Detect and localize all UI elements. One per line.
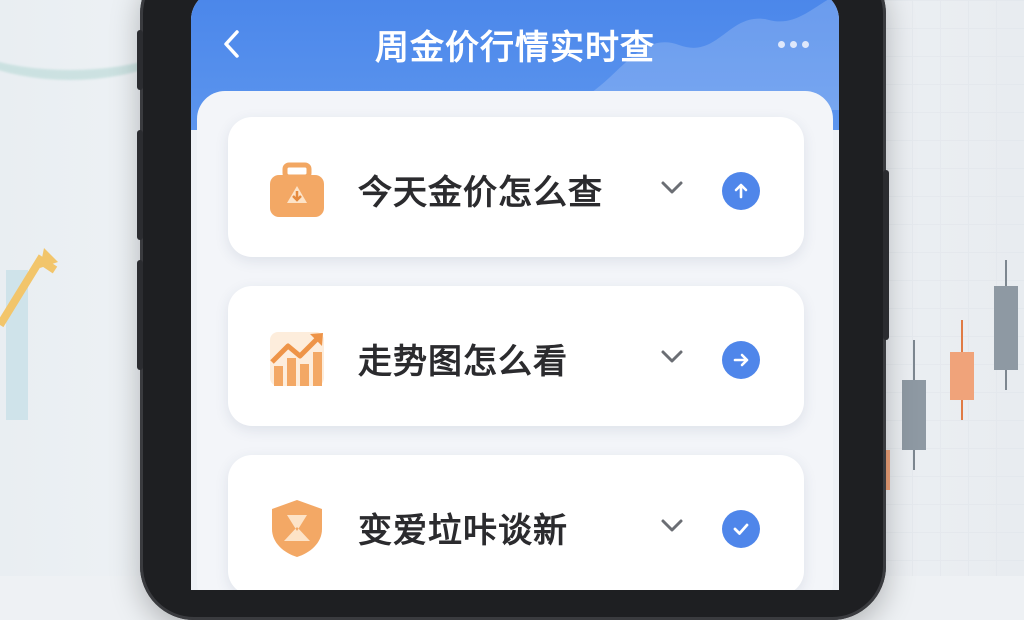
side-button: [137, 260, 143, 370]
list-item-label: 今天金价怎么查: [358, 173, 603, 213]
list-item-gold-price-query[interactable]: 今天金价怎么查: [228, 117, 804, 257]
chevron-down-icon[interactable]: [656, 172, 688, 204]
arrow-right-icon: [733, 353, 749, 367]
more-dot: [801, 40, 809, 48]
page-title: 周金价行情实时查: [375, 28, 655, 68]
more-dots-icon: [777, 40, 785, 48]
background-candles: [884, 260, 1018, 490]
chevron-down-icon[interactable]: [656, 510, 688, 542]
more-button[interactable]: [773, 32, 813, 56]
list-item-third[interactable]: 变爱垃咔谈新: [228, 455, 804, 590]
side-button: [137, 30, 143, 90]
arrow-up-icon: [734, 183, 748, 199]
shield-icon: [272, 500, 322, 557]
list-item-trend-chart[interactable]: 走势图怎么看: [228, 286, 804, 426]
check-circle-icon[interactable]: [722, 510, 760, 548]
check-icon: [733, 523, 749, 535]
side-button: [883, 170, 889, 340]
list-item-label: 变爱垃咔谈新: [358, 511, 568, 551]
list-item-label: 走势图怎么看: [358, 342, 568, 382]
background-arrow: [0, 248, 58, 420]
briefcase-icon: [270, 162, 324, 217]
chevron-down-icon[interactable]: [656, 341, 688, 373]
app-screen: 周金价行情实时查 今天金价怎么查 走势图怎么看 变爱垃咔谈新: [191, 0, 839, 590]
arrow-right-circle-icon[interactable]: [722, 341, 760, 379]
more-dot: [789, 40, 797, 48]
trend-chart-icon: [270, 332, 324, 386]
side-button: [137, 130, 143, 240]
arrow-up-circle-icon[interactable]: [722, 172, 760, 210]
